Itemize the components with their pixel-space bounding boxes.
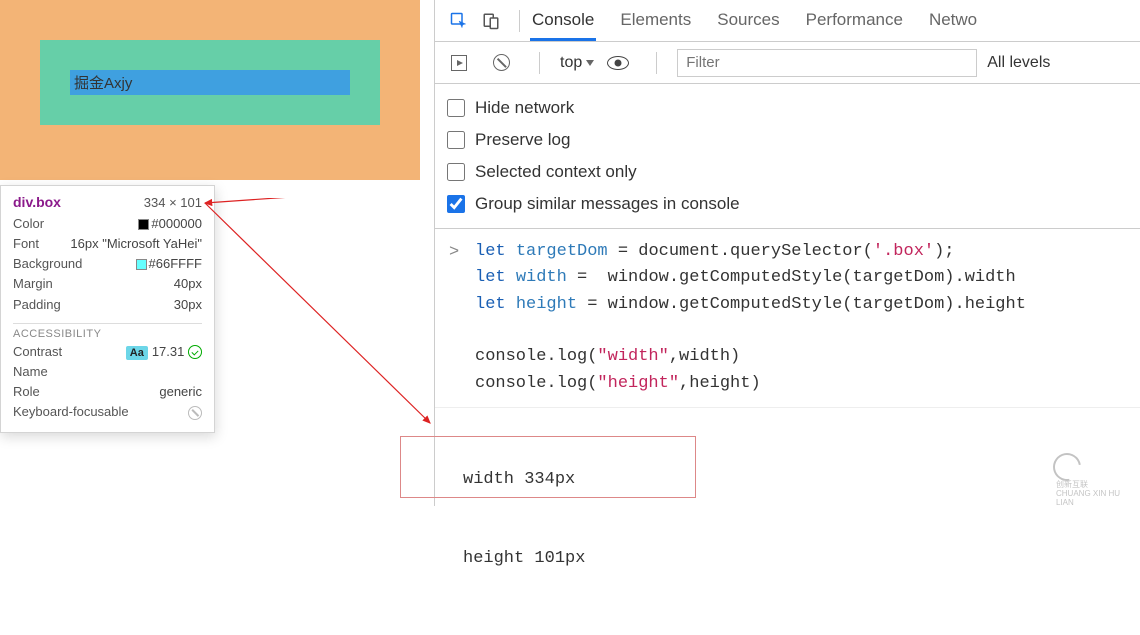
execute-icon bbox=[451, 55, 467, 71]
show-console-sidebar-button[interactable] bbox=[445, 49, 473, 77]
console-output: > let targetDom = document.querySelector… bbox=[435, 229, 1140, 635]
tooltip-bg-value: #66FFFF bbox=[136, 254, 202, 274]
tab-elements[interactable]: Elements bbox=[618, 1, 693, 40]
tooltip-padding-label: Padding bbox=[13, 295, 61, 315]
inspect-element-button[interactable] bbox=[445, 7, 473, 35]
forbid-icon bbox=[188, 406, 202, 420]
tab-performance[interactable]: Performance bbox=[804, 1, 905, 40]
tooltip-font-value: 16px "Microsoft YaHei" bbox=[70, 234, 202, 254]
tooltip-color-label: Color bbox=[13, 214, 44, 234]
tooltip-padding-value: 30px bbox=[174, 295, 202, 315]
box-inner-text: 掘金Axjy bbox=[70, 70, 350, 95]
chevron-down-icon bbox=[586, 60, 594, 66]
devtools-tabbar: Console Elements Sources Performance Net… bbox=[435, 0, 1140, 42]
tooltip-color-value: #000000 bbox=[138, 214, 202, 234]
inspector-tooltip: div.box 334 × 101 Color #000000 Font 16p… bbox=[0, 185, 215, 433]
console-settings: Hide network Preserve log Selected conte… bbox=[435, 84, 1140, 229]
tooltip-name-label: Name bbox=[13, 362, 48, 382]
group-similar-checkbox[interactable]: Group similar messages in console bbox=[447, 188, 1128, 220]
clear-console-button[interactable] bbox=[487, 49, 515, 77]
tooltip-contrast-value: Aa17.31 bbox=[126, 342, 202, 362]
preserve-log-checkbox[interactable]: Preserve log bbox=[447, 124, 1128, 156]
tooltip-accessibility-title: ACCESSIBILITY bbox=[13, 328, 202, 340]
console-log-output: width 334px height 101px bbox=[435, 408, 1140, 635]
devtools-tabs: Console Elements Sources Performance Net… bbox=[530, 1, 979, 40]
tooltip-bg-label: Background bbox=[13, 254, 82, 274]
tab-sources[interactable]: Sources bbox=[715, 1, 781, 40]
device-toggle-button[interactable] bbox=[477, 7, 505, 35]
console-prompt-icon: > bbox=[449, 240, 459, 266]
contrast-aa-chip: Aa bbox=[126, 346, 148, 360]
box-element[interactable]: 掘金Axjy bbox=[40, 40, 380, 125]
tooltip-margin-value: 40px bbox=[174, 274, 202, 294]
log-line-height: height 101px bbox=[463, 546, 1112, 572]
live-expression-button[interactable] bbox=[604, 49, 632, 77]
tooltip-role-label: Role bbox=[13, 382, 40, 402]
device-icon bbox=[482, 12, 500, 30]
log-line-width: width 334px bbox=[463, 467, 1112, 493]
tooltip-margin-label: Margin bbox=[13, 274, 53, 294]
tooltip-focusable-label: Keyboard-focusable bbox=[13, 402, 129, 422]
tooltip-selector: div.box bbox=[13, 194, 61, 210]
clear-icon bbox=[493, 54, 510, 71]
console-toolbar: top All levels bbox=[435, 42, 1140, 84]
tab-network[interactable]: Netwo bbox=[927, 1, 979, 40]
inspect-icon bbox=[450, 12, 468, 30]
console-input-block[interactable]: > let targetDom = document.querySelector… bbox=[435, 229, 1140, 408]
devtools-panel: Console Elements Sources Performance Net… bbox=[434, 0, 1140, 506]
tab-console[interactable]: Console bbox=[530, 1, 596, 40]
annotation-arrows bbox=[195, 198, 435, 428]
tooltip-contrast-label: Contrast bbox=[13, 342, 62, 362]
tooltip-focusable-value bbox=[188, 402, 202, 422]
filter-input[interactable] bbox=[677, 49, 977, 77]
selected-context-checkbox[interactable]: Selected context only bbox=[447, 156, 1128, 188]
log-levels-selector[interactable]: All levels bbox=[987, 54, 1050, 72]
eye-icon bbox=[607, 56, 629, 70]
tooltip-role-value: generic bbox=[159, 382, 202, 402]
tooltip-dimensions: 334 × 101 bbox=[144, 195, 202, 210]
check-icon bbox=[188, 345, 202, 359]
hide-network-checkbox[interactable]: Hide network bbox=[447, 92, 1128, 124]
watermark-logo: 创新互联CHUANG XIN HU LIAN bbox=[1053, 453, 1128, 488]
rendered-page-preview: 掘金Axjy bbox=[0, 0, 420, 180]
tooltip-font-label: Font bbox=[13, 234, 39, 254]
context-selector[interactable]: top bbox=[560, 54, 594, 72]
